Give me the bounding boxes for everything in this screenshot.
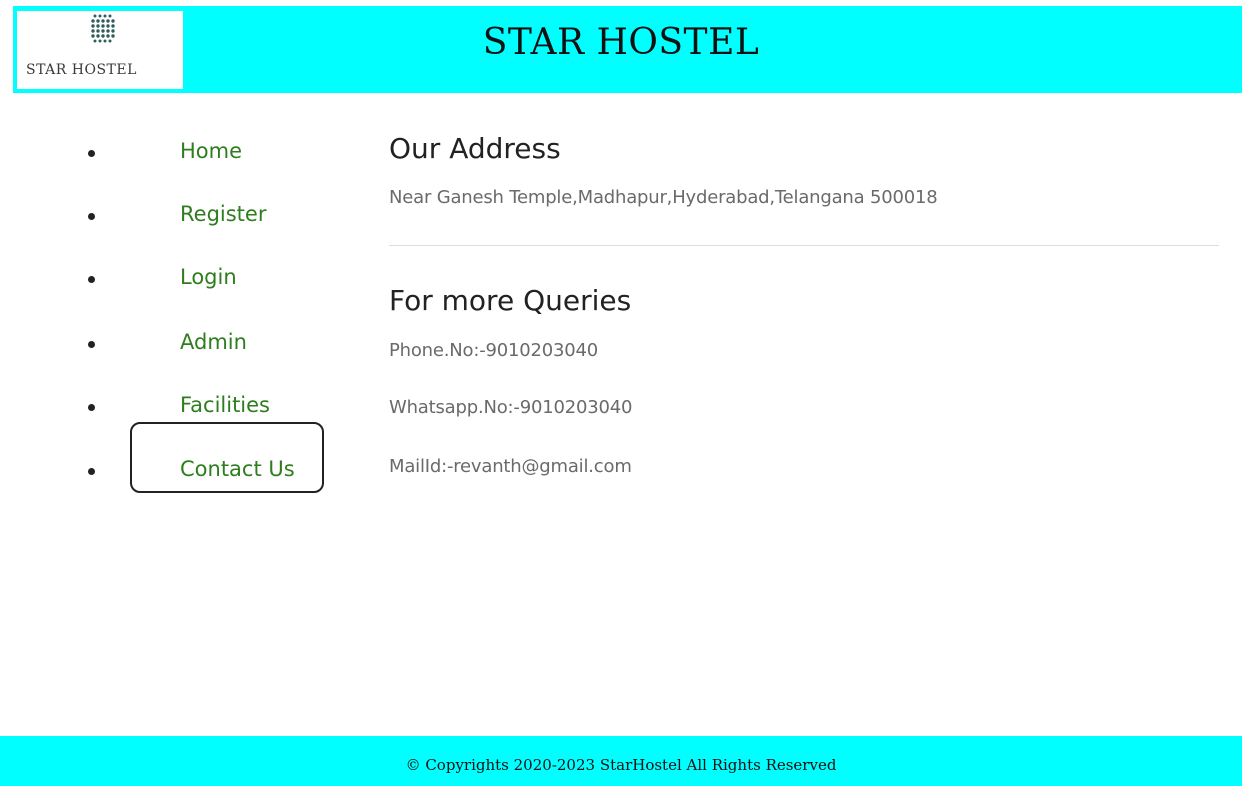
whatsapp-number: Whatsapp.No:-9010203040	[389, 397, 633, 418]
nav-link-login[interactable]: Login	[180, 265, 237, 289]
phone-number: Phone.No:-9010203040	[389, 340, 599, 361]
copyright-text: © Copyrights 2020-2023 StarHostel All Ri…	[405, 756, 837, 774]
focus-ring	[130, 422, 324, 493]
queries-heading: For more Queries	[389, 284, 632, 317]
nav-item-home: Home	[0, 133, 330, 173]
nav-link-admin[interactable]: Admin	[180, 330, 247, 354]
nav-item-register: Register	[0, 196, 330, 236]
address-text: Near Ganesh Temple,Madhapur,Hyderabad,Te…	[389, 187, 938, 208]
bullet-icon	[88, 150, 95, 157]
logo-text: STAR HOSTEL	[26, 62, 137, 78]
nav-link-facilities[interactable]: Facilities	[180, 393, 270, 417]
nav-item-admin: Admin	[0, 324, 330, 364]
address-heading: Our Address	[389, 132, 561, 165]
bullet-icon	[88, 404, 95, 411]
bullet-icon	[88, 213, 95, 220]
nav-link-home[interactable]: Home	[180, 139, 242, 163]
bullet-icon	[88, 468, 95, 475]
section-divider	[389, 245, 1219, 246]
bullet-icon	[88, 276, 95, 283]
nav-item-login: Login	[0, 259, 330, 299]
footer-bar: © Copyrights 2020-2023 StarHostel All Ri…	[0, 736, 1242, 786]
bullet-icon	[88, 341, 95, 348]
mail-id: MailId:-revanth@gmail.com	[389, 456, 632, 477]
site-title: STAR HOSTEL	[482, 22, 760, 63]
nav-link-register[interactable]: Register	[180, 202, 266, 226]
nav-item-facilities: Facilities	[0, 387, 330, 427]
